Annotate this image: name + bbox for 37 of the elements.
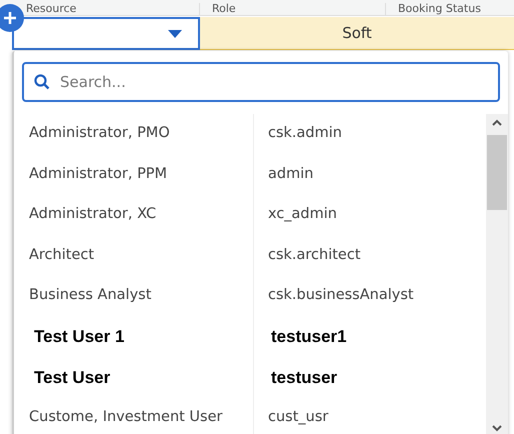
resource-select[interactable] [12, 17, 200, 50]
user-name: Business Analyst [29, 286, 152, 306]
user-option[interactable]: Architect csk.architect [14, 236, 486, 276]
scrollbar-thumb[interactable] [487, 135, 507, 210]
user-id: testuser1 [271, 326, 347, 348]
plus-icon [3, 11, 17, 25]
user-option[interactable]: Administrator, PPM admin [14, 154, 486, 195]
user-name: Test User [34, 366, 110, 388]
column-header[interactable]: Booking Status [398, 2, 481, 15]
user-id: csk.architect [268, 246, 361, 265]
user-id: admin [268, 164, 314, 184]
user-option[interactable]: Business Analyst csk.businessAnalyst [14, 276, 486, 316]
user-option[interactable]: Custome, Investment User cust_usr [14, 398, 486, 434]
user-option[interactable]: Administrator, PMO csk.admin [14, 114, 486, 154]
user-id: testuser [271, 366, 338, 388]
user-name: Administrator, PMO [29, 124, 170, 144]
user-option[interactable]: Test User 1 testuser1 [14, 316, 486, 357]
column-header[interactable]: Resource [26, 2, 76, 15]
user-name: Administrator, PPM [29, 164, 168, 184]
scroll-up-icon [492, 119, 502, 127]
column-header[interactable]: Role [212, 2, 236, 15]
user-id: csk.businessAnalyst [268, 286, 414, 306]
user-name: Test User 1 [34, 326, 124, 348]
user-option[interactable]: Administrator, XC xc_admin [14, 195, 486, 236]
scroll-down-icon [492, 424, 502, 432]
user-id: cust_usr [268, 408, 328, 427]
user-option[interactable]: Test User testuser [14, 357, 486, 398]
search-icon [34, 74, 50, 90]
user-id: csk.admin [268, 124, 342, 144]
user-name: Administrator, XC [29, 205, 156, 224]
caret-icon [168, 30, 182, 38]
user-id: xc_admin [268, 205, 337, 224]
search-field[interactable]: Search... [22, 62, 500, 102]
booking-status-cell: Soft [200, 17, 514, 50]
scrollbar[interactable] [486, 114, 508, 434]
user-name: Architect [29, 246, 94, 265]
user-name: Custome, Investment User [29, 408, 222, 427]
